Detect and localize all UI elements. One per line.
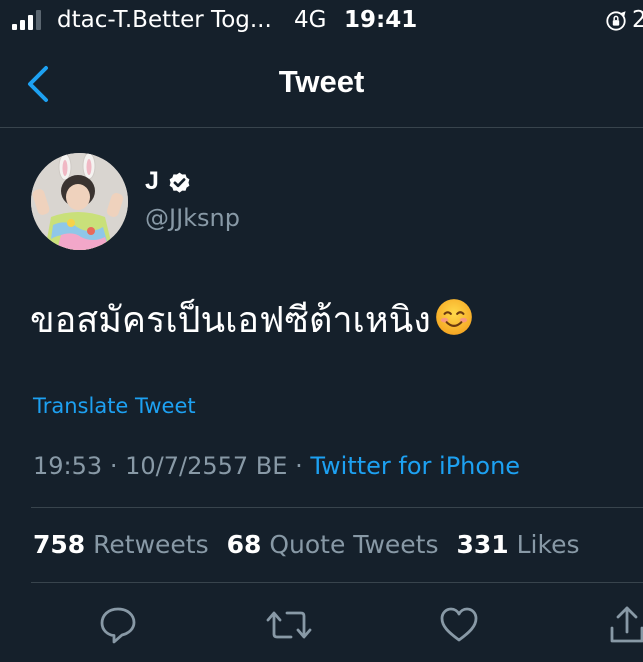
likes-label: Likes	[516, 530, 580, 559]
smiling-face-icon	[435, 299, 472, 335]
verified-badge-icon	[169, 172, 190, 193]
tweet-date: 10/7/2557 BE	[125, 452, 288, 480]
retweets-stat[interactable]: 758 Retweets	[33, 530, 209, 559]
share-icon[interactable]	[606, 604, 643, 646]
meta-separator: ·	[109, 452, 118, 480]
reply-icon[interactable]	[97, 604, 139, 646]
retweet-icon[interactable]	[266, 604, 312, 646]
status-time: 19:41	[344, 7, 418, 33]
tweet-time: 19:53	[33, 452, 103, 480]
likes-stat[interactable]: 331 Likes	[456, 530, 579, 559]
likes-count: 331	[456, 530, 509, 559]
network-type: 4G	[294, 7, 327, 33]
rotation-lock-icon	[606, 11, 626, 31]
quote-tweets-count: 68	[226, 530, 262, 559]
translate-tweet-link[interactable]: Translate Tweet	[33, 394, 196, 418]
status-bar: dtac-T.Better Tog... 4G 19:41 2	[0, 0, 643, 44]
retweets-count: 758	[33, 530, 86, 559]
tweet-stats: 758 Retweets 68 Quote Tweets 331 Likes	[33, 530, 580, 559]
like-icon[interactable]	[438, 604, 480, 646]
quote-tweets-stat[interactable]: 68 Quote Tweets	[227, 530, 439, 559]
tweet-metadata: 19:53 · 10/7/2557 BE · Twitter for iPhon…	[33, 452, 520, 480]
divider	[31, 507, 643, 508]
tweet-source-link[interactable]: Twitter for iPhone	[310, 452, 520, 480]
divider	[31, 582, 643, 583]
battery-percent: 2	[632, 7, 643, 33]
page-title: Tweet	[278, 64, 365, 99]
tweet-detail-screen: dtac-T.Better Tog... 4G 19:41 2 Tweet J …	[0, 0, 643, 662]
user-handle[interactable]: @JJksnp	[145, 204, 240, 232]
display-name[interactable]: J	[145, 167, 159, 196]
meta-separator: ·	[295, 452, 303, 480]
quote-tweets-label: Quote Tweets	[269, 530, 439, 559]
nav-bar: Tweet	[0, 44, 643, 128]
avatar-image	[31, 153, 128, 250]
tweet-text: ขอสมัครเป็นเอฟซีต้าเหนิง	[30, 291, 475, 348]
retweets-label: Retweets	[93, 530, 209, 559]
signal-strength-icon	[12, 10, 41, 30]
tweet-text-content: ขอสมัครเป็นเอฟซีต้าเหนิง	[30, 300, 431, 341]
avatar[interactable]	[31, 153, 128, 250]
carrier-name: dtac-T.Better Tog...	[57, 7, 272, 33]
